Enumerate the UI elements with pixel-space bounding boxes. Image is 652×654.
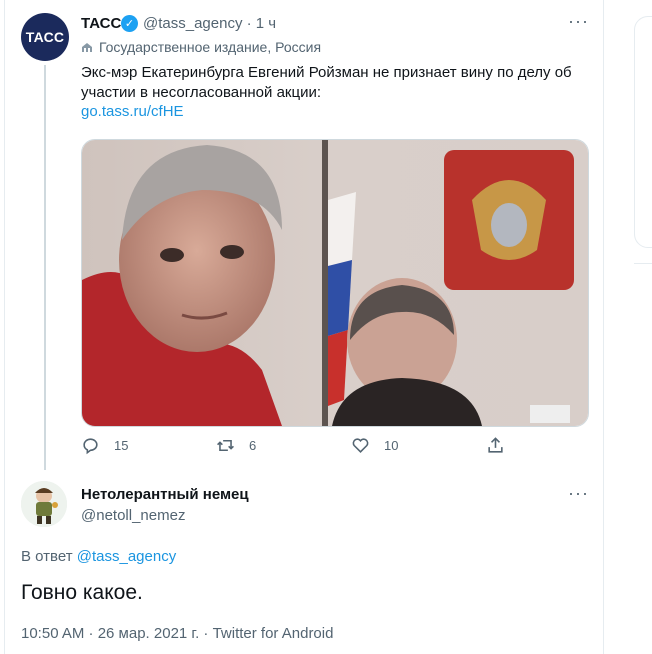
like-count: 10 <box>384 438 399 453</box>
reply-button[interactable]: 15 <box>81 436 128 455</box>
tweet-actions: 15 6 10 <box>81 436 521 458</box>
reply-author-name[interactable]: Нетолерантный немец <box>81 486 249 503</box>
more-icon[interactable]: ··· <box>568 484 589 502</box>
tweet-age[interactable]: 1 ч <box>256 15 276 32</box>
user-avatar[interactable] <box>21 481 67 527</box>
building-icon <box>82 42 92 52</box>
tweet-meta: @tass_agency · 1 ч <box>143 15 276 32</box>
reply-to-handle[interactable]: @tass_agency <box>77 548 176 565</box>
author-handle[interactable]: @tass_agency <box>143 15 242 32</box>
retweet-icon <box>217 439 234 452</box>
author-name[interactable]: ТАСС <box>81 15 121 32</box>
like-icon <box>352 438 369 453</box>
tweet-photo[interactable] <box>81 139 589 427</box>
tweet-text: Экс-мэр Екатеринбурга Евгений Ройзман не… <box>81 64 572 101</box>
more-icon[interactable]: ··· <box>568 12 589 30</box>
share-button[interactable] <box>486 436 519 455</box>
user-avatar-image <box>21 481 67 527</box>
retweet-count: 6 <box>249 438 257 453</box>
verified-icon: ✓ <box>121 15 138 32</box>
sidebar-divider <box>634 263 652 264</box>
tass-avatar[interactable]: ТАСС <box>21 13 69 61</box>
share-icon <box>488 437 503 453</box>
meta-separator: · <box>246 15 252 32</box>
replying-to: В ответ @tass_agency <box>21 548 176 565</box>
state-media-label[interactable]: Государственное издание, Россия <box>81 39 321 55</box>
tweet-link[interactable]: go.tass.ru/cfHE <box>81 103 184 120</box>
reply-prefix: В ответ <box>21 548 73 565</box>
reply-author-handle[interactable]: @netoll_nemez <box>81 507 185 524</box>
state-media-text: Государственное издание, Россия <box>99 39 322 55</box>
reply-text: Говно какое. <box>21 581 143 604</box>
thread-line <box>44 65 46 470</box>
photo-image <box>82 140 588 426</box>
reply-icon <box>83 438 98 455</box>
reply-timestamp[interactable]: 10:50 AM · 26 мар. 2021 г. · Twitter for… <box>21 625 333 642</box>
retweet-button[interactable]: 6 <box>216 436 256 455</box>
reply-count: 15 <box>114 438 129 453</box>
like-button[interactable]: 10 <box>351 436 398 455</box>
sidebar-card <box>634 16 652 248</box>
